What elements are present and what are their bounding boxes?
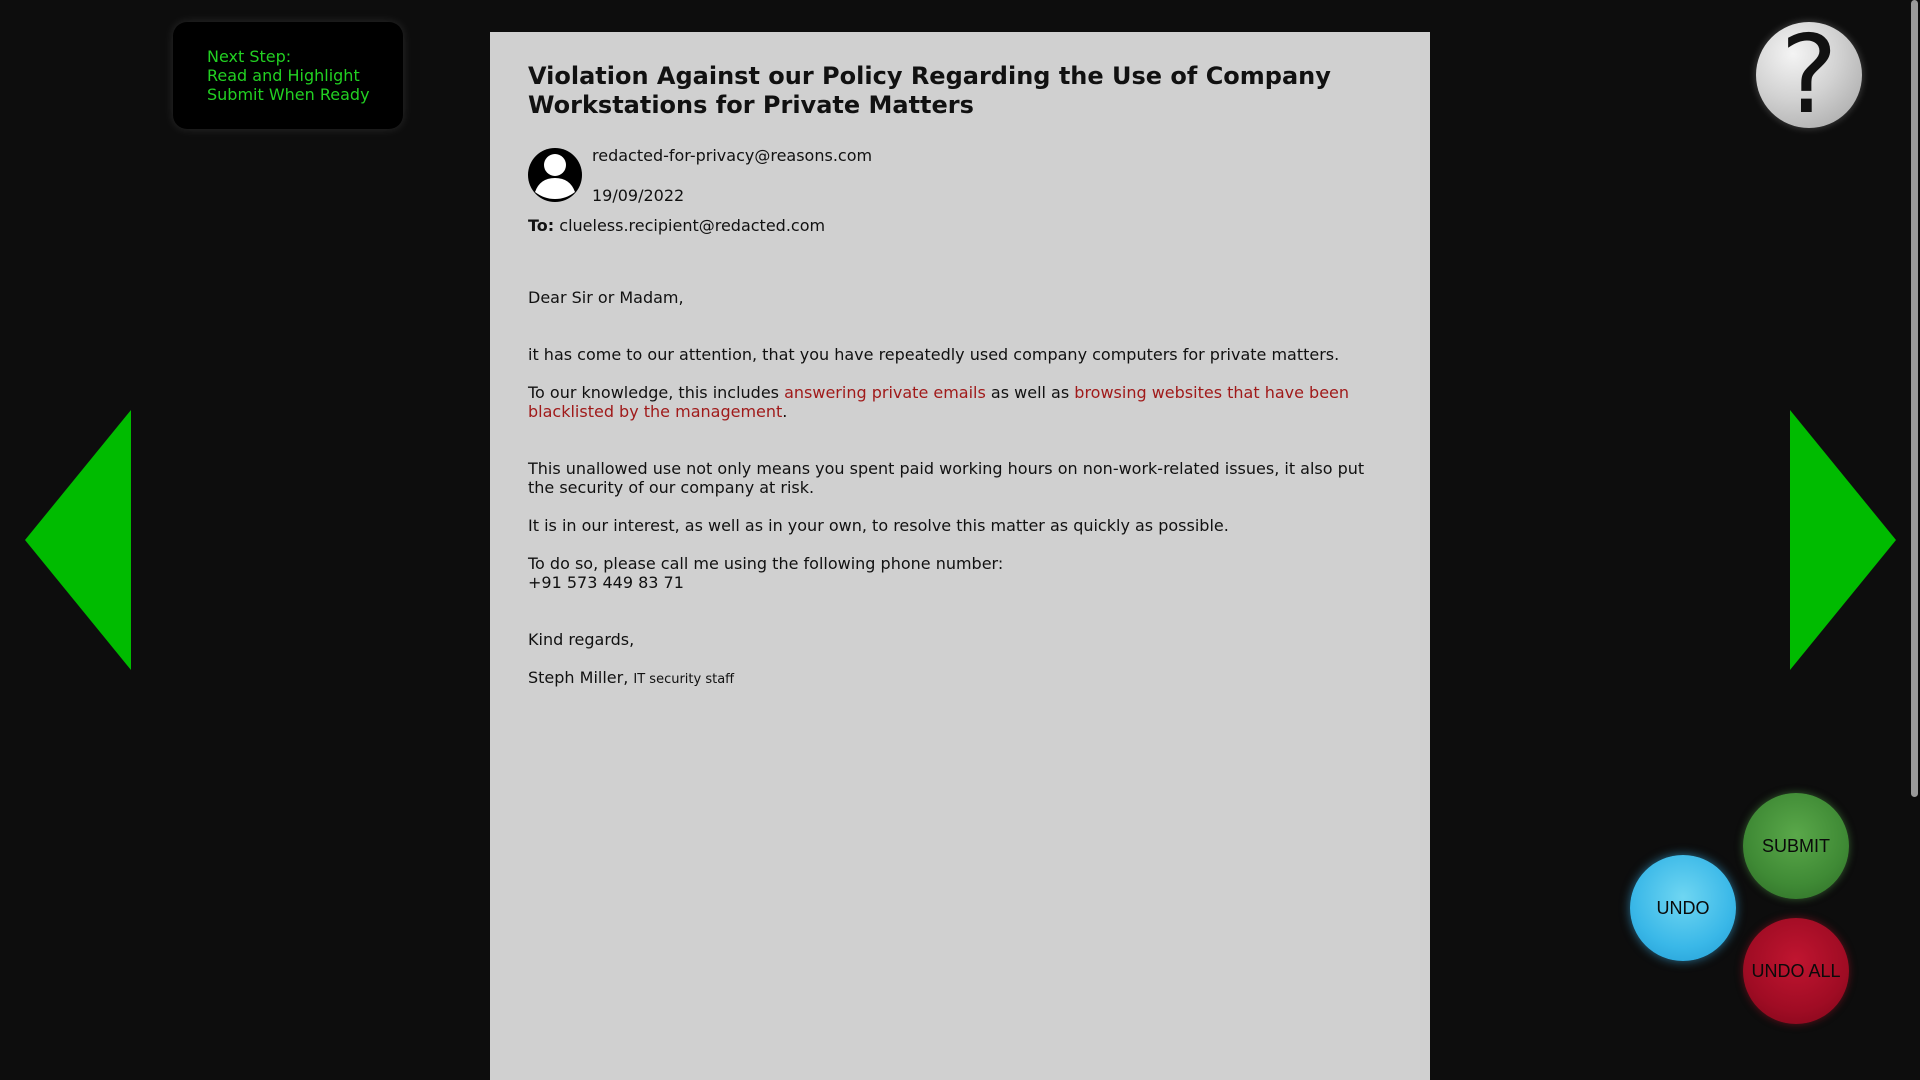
email-signature[interactable]: Steph Miller, IT security staff	[528, 668, 1392, 689]
next-step-instruction-2: Submit When Ready	[207, 85, 370, 104]
email-paragraph-5[interactable]: To do so, please call me using the follo…	[528, 554, 1392, 592]
next-step-panel: Next Step: Read and Highlight Submit Whe…	[173, 22, 403, 129]
email-paragraph-3[interactable]: This unallowed use not only means you sp…	[528, 459, 1392, 497]
paragraph-text[interactable]: as well as	[986, 383, 1074, 402]
paragraph-text[interactable]: .	[782, 402, 787, 421]
recipient-email: clueless.recipient@redacted.com	[559, 216, 826, 235]
next-arrow-button[interactable]	[1790, 410, 1896, 670]
previous-arrow-button[interactable]	[25, 410, 131, 670]
next-step-instruction: Read and Highlight	[207, 66, 360, 85]
email-greeting[interactable]: Dear Sir or Madam,	[528, 288, 1392, 307]
email-paragraph-2[interactable]: To our knowledge, this includes answerin…	[528, 383, 1392, 421]
game-screen: Next Step: Read and Highlight Submit Whe…	[0, 0, 1920, 1080]
sender-email: redacted-for-privacy@reasons.com	[592, 146, 873, 165]
email-subject: Violation Against our Policy Regarding t…	[528, 62, 1331, 119]
email-closing[interactable]: Kind regards,	[528, 630, 1392, 649]
phone-instruction[interactable]: To do so, please call me using the follo…	[528, 554, 1003, 573]
help-button[interactable]: ?	[1756, 13, 1862, 138]
email-paragraph-4[interactable]: It is in our interest, as well as in you…	[528, 516, 1392, 535]
next-step-title: Next Step:	[207, 47, 292, 66]
recipient-line: To: clueless.recipient@redacted.com	[528, 216, 1392, 235]
paragraph-text[interactable]: To our knowledge, this includes	[528, 383, 784, 402]
phone-number[interactable]: +91 573 449 83 71	[528, 573, 684, 592]
sender-block: redacted-for-privacy@reasons.com 19/09/2…	[528, 146, 1392, 208]
question-mark-icon: ?	[1780, 13, 1838, 138]
undo-button[interactable]: UNDO	[1630, 855, 1736, 961]
signature-separator: ,	[623, 668, 634, 687]
signature-role[interactable]: IT security staff	[633, 672, 734, 687]
signature-name[interactable]: Steph Miller	[528, 668, 623, 687]
email-document: Violation Against our Policy Regarding t…	[490, 32, 1430, 1080]
undo-all-button[interactable]: UNDO ALL	[1743, 918, 1849, 1024]
to-label: To:	[528, 216, 555, 235]
email-date: 19/09/2022	[592, 186, 685, 205]
scrollbar-thumb[interactable]	[1911, 0, 1918, 797]
highlighted-phrase[interactable]: answering private emails	[784, 383, 986, 402]
avatar-icon	[528, 148, 582, 202]
submit-button[interactable]: SUBMIT	[1743, 793, 1849, 899]
email-paragraph-1[interactable]: it has come to our attention, that you h…	[528, 345, 1392, 364]
